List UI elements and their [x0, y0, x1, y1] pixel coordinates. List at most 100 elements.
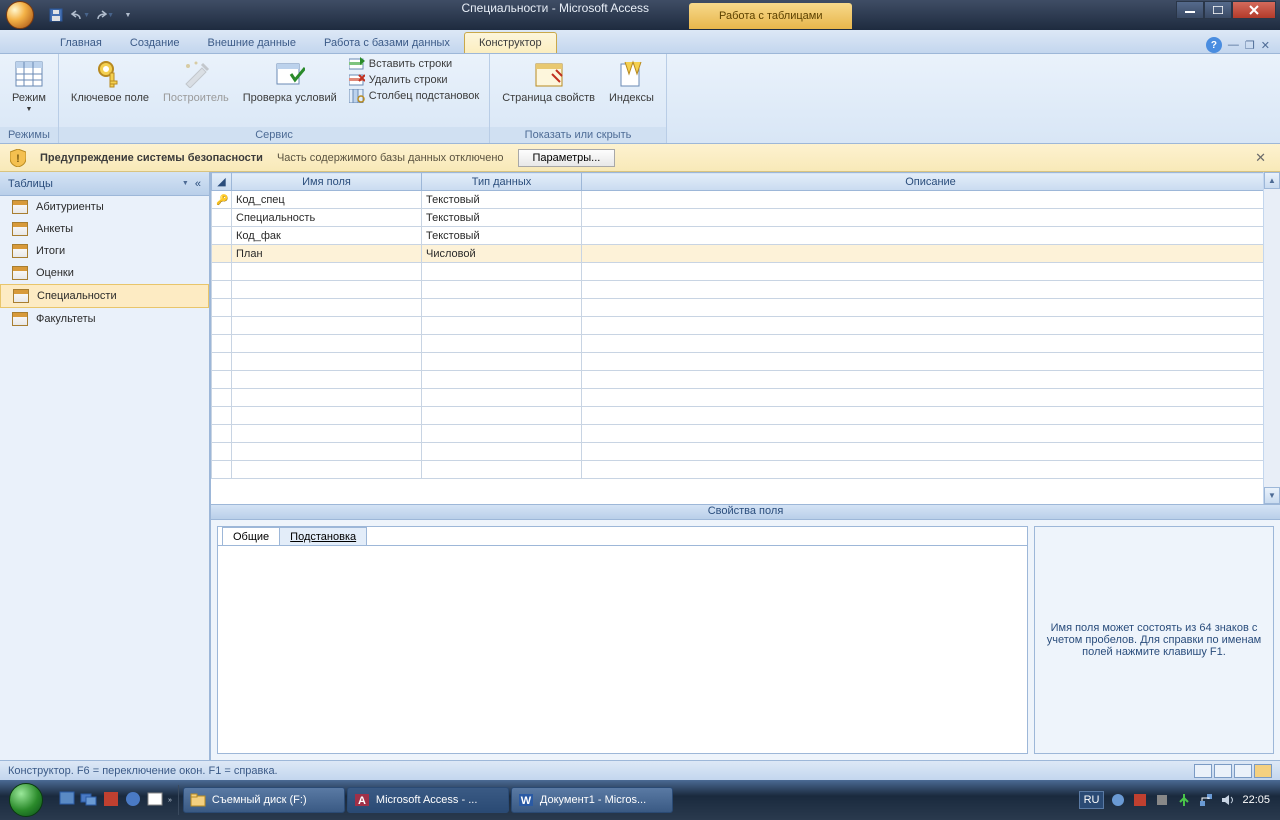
- col-header-fieldname[interactable]: Имя поля: [232, 173, 422, 191]
- cell-description[interactable]: [582, 227, 1280, 245]
- nav-item-fakultety[interactable]: Факультеты: [0, 308, 209, 330]
- cell-datatype[interactable]: Текстовый: [422, 191, 582, 209]
- office-button[interactable]: [0, 0, 40, 30]
- maximize-button[interactable]: [1204, 1, 1232, 19]
- field-row[interactable]: СпециальностьТекстовый: [212, 209, 1280, 227]
- view-datasheet-button[interactable]: [1194, 764, 1212, 778]
- minimize-button[interactable]: [1176, 1, 1204, 19]
- row-selector[interactable]: [212, 227, 232, 245]
- field-row-empty[interactable]: [212, 299, 1280, 317]
- scroll-down-icon[interactable]: ▼: [1264, 487, 1280, 504]
- quick-launch-overflow-icon[interactable]: »: [168, 797, 172, 804]
- field-row-empty[interactable]: [212, 335, 1280, 353]
- qat-customize-icon[interactable]: ▼: [118, 5, 138, 25]
- tab-lookup[interactable]: Подстановка: [279, 527, 367, 546]
- view-button[interactable]: Режим▼: [6, 56, 52, 118]
- lookup-column-button[interactable]: Столбец подстановок: [345, 88, 483, 104]
- cell-fieldname[interactable]: План: [232, 245, 422, 263]
- field-row-empty[interactable]: [212, 371, 1280, 389]
- security-close-button[interactable]: ✕: [1251, 150, 1270, 166]
- switch-windows-icon[interactable]: [80, 790, 100, 810]
- show-desktop-icon[interactable]: [58, 790, 78, 810]
- tray-icon[interactable]: [1132, 792, 1148, 808]
- field-row-empty[interactable]: [212, 353, 1280, 371]
- network-icon[interactable]: [1198, 792, 1214, 808]
- help-icon[interactable]: ?: [1206, 37, 1222, 53]
- start-button[interactable]: [0, 780, 52, 820]
- cell-datatype[interactable]: Текстовый: [422, 209, 582, 227]
- field-row[interactable]: 🔑Код_спецТекстовый: [212, 191, 1280, 209]
- field-row-empty[interactable]: [212, 407, 1280, 425]
- field-grid[interactable]: ◢ Имя поля Тип данных Описание 🔑Код_спец…: [211, 172, 1280, 504]
- security-options-button[interactable]: Параметры...: [518, 149, 616, 167]
- primary-key-button[interactable]: Ключевое поле: [65, 56, 155, 106]
- mdi-restore-icon[interactable]: ❐: [1245, 39, 1255, 52]
- quick-launch-icon[interactable]: [146, 790, 166, 810]
- row-selector[interactable]: 🔑: [212, 191, 232, 209]
- tab-create[interactable]: Создание: [116, 33, 194, 53]
- view-pivotchart-button[interactable]: [1234, 764, 1252, 778]
- quick-launch-icon[interactable]: [102, 790, 122, 810]
- redo-icon[interactable]: ▼: [94, 5, 114, 25]
- tray-icon[interactable]: [1110, 792, 1126, 808]
- collapse-pane-icon[interactable]: «: [195, 178, 201, 190]
- nav-item-specialnosti[interactable]: Специальности: [0, 284, 209, 308]
- taskbar-item-access[interactable]: AMicrosoft Access - ...: [347, 787, 509, 813]
- cell-fieldname[interactable]: Код_спец: [232, 191, 422, 209]
- nav-item-ankety[interactable]: Анкеты: [0, 218, 209, 240]
- cell-datatype[interactable]: Числовой: [422, 245, 582, 263]
- insert-rows-button[interactable]: Вставить строки: [345, 56, 483, 72]
- view-pivottable-button[interactable]: [1214, 764, 1232, 778]
- field-row-empty[interactable]: [212, 281, 1280, 299]
- vertical-scrollbar[interactable]: ▲ ▼: [1263, 172, 1280, 504]
- view-design-button[interactable]: [1254, 764, 1272, 778]
- cell-datatype[interactable]: Текстовый: [422, 227, 582, 245]
- field-row[interactable]: Код_факТекстовый: [212, 227, 1280, 245]
- taskbar-item-word[interactable]: WДокумент1 - Micros...: [511, 787, 673, 813]
- taskbar-item-explorer[interactable]: Съемный диск (F:): [183, 787, 345, 813]
- field-row-empty[interactable]: [212, 425, 1280, 443]
- field-row-empty[interactable]: [212, 461, 1280, 479]
- indexes-button[interactable]: Индексы: [603, 56, 660, 106]
- tab-external-data[interactable]: Внешние данные: [194, 33, 310, 53]
- cell-description[interactable]: [582, 191, 1280, 209]
- field-row-empty[interactable]: [212, 263, 1280, 281]
- nav-item-abiturients[interactable]: Абитуриенты: [0, 196, 209, 218]
- field-row-empty[interactable]: [212, 389, 1280, 407]
- language-indicator[interactable]: RU: [1079, 791, 1105, 809]
- row-selector[interactable]: [212, 209, 232, 227]
- mdi-close-icon[interactable]: ✕: [1261, 39, 1270, 52]
- nav-item-ocenki[interactable]: Оценки: [0, 262, 209, 284]
- scroll-up-icon[interactable]: ▲: [1264, 172, 1280, 189]
- cell-description[interactable]: [582, 209, 1280, 227]
- tab-home[interactable]: Главная: [46, 33, 116, 53]
- field-row[interactable]: ПланЧисловой: [212, 245, 1280, 263]
- property-sheet-button[interactable]: Страница свойств: [496, 56, 601, 106]
- tab-database-tools[interactable]: Работа с базами данных: [310, 33, 464, 53]
- tab-design[interactable]: Конструктор: [464, 32, 557, 53]
- cell-fieldname[interactable]: Специальность: [232, 209, 422, 227]
- field-row-empty[interactable]: [212, 443, 1280, 461]
- row-selector[interactable]: [212, 245, 232, 263]
- tray-icon[interactable]: [1154, 792, 1170, 808]
- properties-body[interactable]: [218, 545, 1027, 753]
- delete-rows-button[interactable]: Удалить строки: [345, 72, 483, 88]
- cell-description[interactable]: [582, 245, 1280, 263]
- col-header-description[interactable]: Описание: [582, 173, 1280, 191]
- mdi-minimize-icon[interactable]: —: [1228, 39, 1239, 51]
- usb-icon[interactable]: [1176, 792, 1192, 808]
- row-selector-header[interactable]: ◢: [212, 173, 232, 191]
- volume-icon[interactable]: [1220, 792, 1236, 808]
- undo-icon[interactable]: ▼: [70, 5, 90, 25]
- test-rules-button[interactable]: Проверка условий: [237, 56, 343, 106]
- col-header-datatype[interactable]: Тип данных: [422, 173, 582, 191]
- field-row-empty[interactable]: [212, 317, 1280, 335]
- nav-item-itogi[interactable]: Итоги: [0, 240, 209, 262]
- close-button[interactable]: [1232, 1, 1276, 19]
- tab-general[interactable]: Общие: [222, 527, 280, 546]
- nav-pane-header[interactable]: Таблицы ▼ «: [0, 172, 209, 196]
- cell-fieldname[interactable]: Код_фак: [232, 227, 422, 245]
- clock[interactable]: 22:05: [1242, 794, 1270, 806]
- quick-launch-icon[interactable]: [124, 790, 144, 810]
- save-icon[interactable]: [46, 5, 66, 25]
